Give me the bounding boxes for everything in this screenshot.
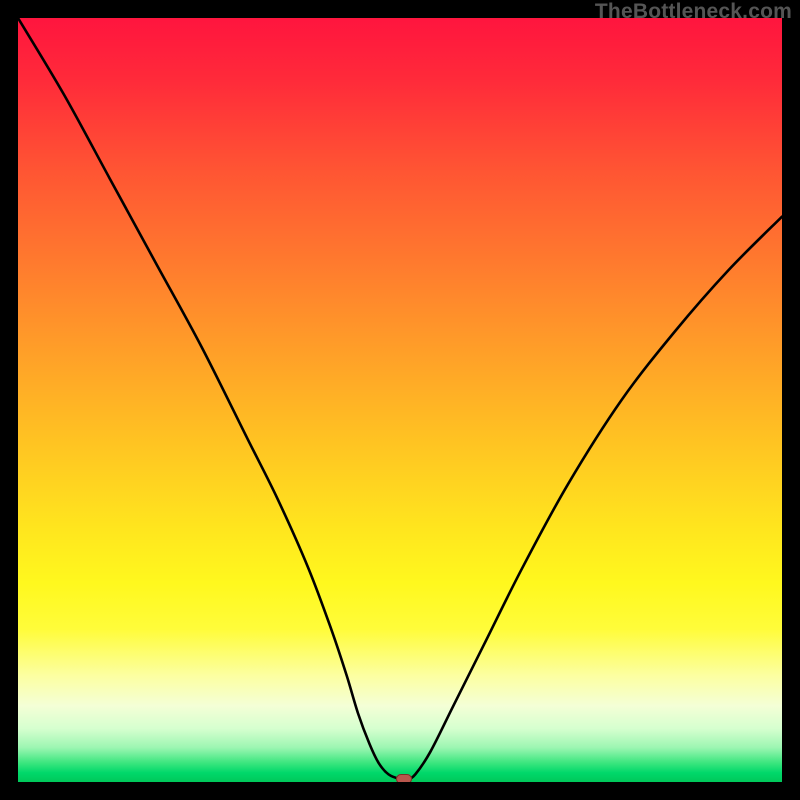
bottleneck-marker [396, 774, 412, 782]
bottleneck-curve [18, 18, 782, 782]
curve-path [18, 18, 782, 780]
chart-stage: TheBottleneck.com [0, 0, 800, 800]
plot-area [18, 18, 782, 782]
